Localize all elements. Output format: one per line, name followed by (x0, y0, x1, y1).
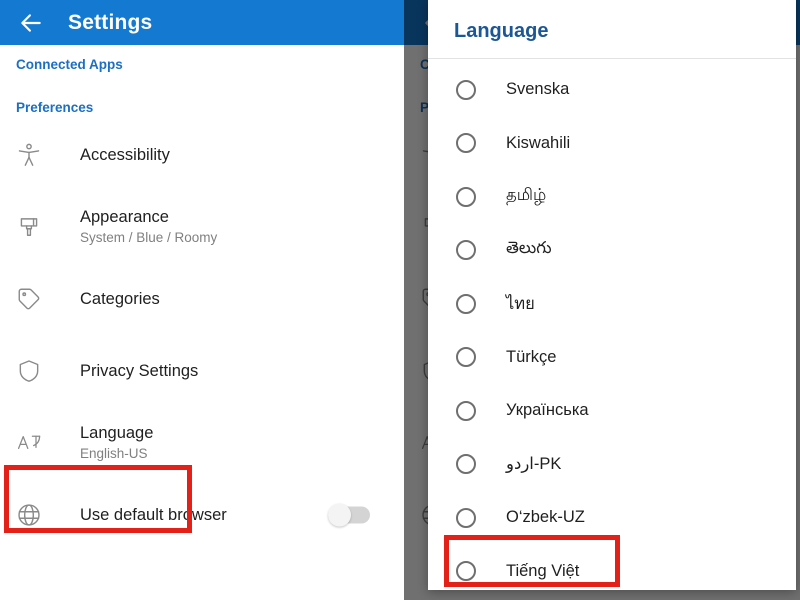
language-dialog-panel: Settings Connected Apps Preferences Acce… (404, 0, 800, 600)
back-arrow-icon[interactable] (16, 8, 46, 38)
paintbrush-icon (16, 214, 50, 240)
language-option-label: தமிழ் (506, 186, 547, 205)
settings-row-title: Appearance (80, 208, 169, 227)
settings-row-use-default-browser[interactable]: Use default browser (0, 479, 404, 551)
screenshot-root: Settings Connected Apps Preferences Acce (0, 0, 800, 600)
settings-row-text: Use default browser (80, 505, 227, 526)
section-header-connected-apps: Connected Apps (16, 57, 123, 72)
radio-button-icon[interactable] (456, 186, 476, 207)
language-option-kiswahili[interactable]: Kiswahili (428, 117, 796, 171)
page-title: Settings (68, 10, 153, 34)
language-option-telugu[interactable]: తెలుగు (428, 224, 796, 278)
language-option-label: اردو-PK (506, 455, 562, 474)
accessibility-icon (16, 142, 50, 168)
settings-row-title: Privacy Settings (80, 361, 199, 380)
settings-row-language[interactable]: Language English-US (0, 407, 404, 479)
settings-row-text: Language English-US (80, 423, 153, 463)
language-option-turkce[interactable]: Türkçe (428, 331, 796, 385)
language-option-ukrainska[interactable]: Українська (428, 384, 796, 438)
globe-icon (16, 502, 50, 528)
language-option-svenska[interactable]: Svenska (428, 63, 796, 117)
radio-button-icon[interactable] (456, 79, 476, 100)
language-option-label: O‘zbek-UZ (506, 508, 585, 527)
settings-row-appearance[interactable]: Appearance System / Blue / Roomy (0, 191, 404, 263)
default-browser-toggle[interactable] (328, 503, 370, 527)
tag-icon (16, 286, 50, 312)
settings-row-title: Language (80, 424, 154, 443)
app-bar: Settings (0, 0, 404, 45)
language-option-label: Kiswahili (506, 133, 571, 152)
settings-row-categories[interactable]: Categories (0, 263, 404, 335)
settings-row-text: Privacy Settings (80, 361, 198, 382)
settings-row-subtitle: System / Blue / Roomy (80, 229, 218, 245)
radio-button-icon[interactable] (456, 133, 476, 154)
language-option-tamil[interactable]: தமிழ் (428, 170, 796, 224)
language-option-ozbek-uz[interactable]: O‘zbek-UZ (428, 491, 796, 545)
settings-row-title: Accessibility (80, 145, 170, 164)
language-option-label: Українська (506, 401, 589, 420)
toggle-knob (328, 503, 351, 527)
settings-row-privacy-settings[interactable]: Privacy Settings (0, 335, 404, 407)
settings-row-text: Categories (80, 289, 160, 310)
settings-row-title: Use default browser (80, 505, 227, 524)
language-dialog: Language Svenska Kiswahili தமிழ் తెలుగు … (428, 0, 796, 590)
dialog-title: Language (454, 20, 549, 42)
language-option-label: ไทย (506, 294, 535, 313)
language-option-label: Tiếng Việt (506, 561, 580, 580)
section-header-preferences: Preferences (16, 100, 94, 115)
settings-row-subtitle: English-US (80, 445, 148, 461)
radio-button-icon[interactable] (456, 293, 476, 314)
radio-button-icon[interactable] (456, 347, 476, 368)
language-option-label: Svenska (506, 80, 570, 99)
settings-screen: Settings Connected Apps Preferences Acce (0, 0, 404, 600)
radio-button-icon[interactable] (456, 400, 476, 421)
settings-row-text: Accessibility (80, 145, 170, 166)
settings-row-accessibility[interactable]: Accessibility (0, 119, 404, 191)
language-option-thai[interactable]: ไทย (428, 277, 796, 331)
language-option-tieng-viet[interactable]: Tiếng Việt (428, 545, 796, 591)
settings-row-text: Appearance System / Blue / Roomy (80, 207, 217, 247)
settings-row-title: Categories (80, 289, 160, 308)
language-option-label: Türkçe (506, 347, 557, 366)
radio-button-icon[interactable] (456, 454, 476, 475)
language-option-urdu-pk[interactable]: اردو-PK (428, 438, 796, 492)
language-option-label: తెలుగు (506, 239, 552, 258)
radio-button-icon[interactable] (456, 561, 476, 582)
language-option-list: Svenska Kiswahili தமிழ் తెలుగు ไทย Türkç… (428, 59, 796, 590)
radio-button-icon[interactable] (456, 507, 476, 528)
settings-panel: Settings Connected Apps Preferences Acce (0, 0, 404, 600)
radio-button-icon[interactable] (456, 240, 476, 261)
translate-icon (16, 430, 50, 456)
shield-icon (16, 358, 50, 384)
